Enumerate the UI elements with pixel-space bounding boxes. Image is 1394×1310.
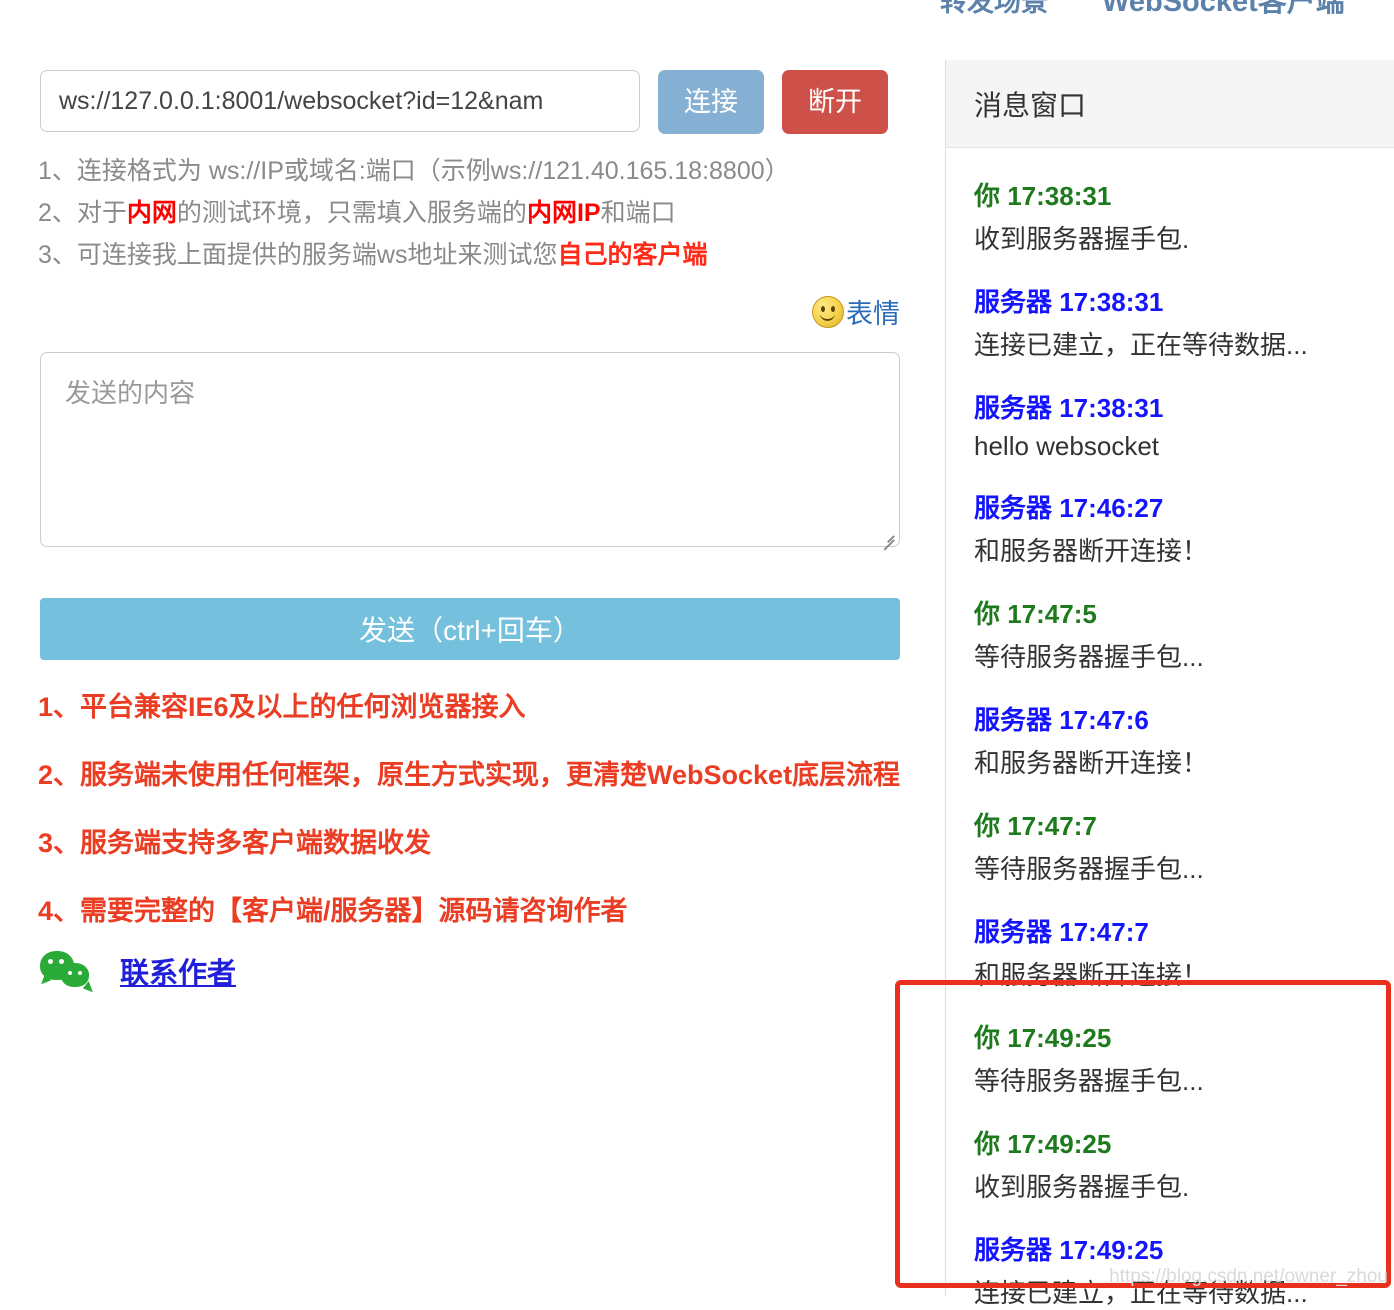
- tip-line-2-highlight-1: 内网: [126, 199, 177, 227]
- message-meta: 你 17:47:7: [974, 811, 1097, 841]
- tip-line-2-a: 2、对于: [38, 199, 127, 227]
- message-window-panel: 消息窗口 你 17:38:31 收到服务器握手包. 服务器 17:38:31 连接已建…: [945, 60, 1394, 1308]
- disconnect-button[interactable]: 断开: [782, 70, 888, 134]
- message-meta: 服务器 17:46:27: [974, 493, 1164, 523]
- message-meta: 服务器 17:47:6: [974, 705, 1149, 735]
- tip-line-3-highlight: 自己的客户端: [557, 241, 708, 269]
- message-item: 你 17:47:5 等待服务器握手包...: [974, 594, 1376, 674]
- message-item: 服务器 17:46:27 和服务器断开连接！: [974, 488, 1376, 568]
- message-text: 收到服务器握手包.: [974, 224, 1190, 254]
- message-item: 你 17:47:7 等待服务器握手包...: [974, 806, 1376, 886]
- tip-line-2-highlight-2: 内网IP: [526, 199, 601, 227]
- message-text: 等待服务器握手包...: [974, 642, 1204, 672]
- textarea-resize-handle[interactable]: [878, 526, 895, 550]
- top-nav-clipped: 转发场景 WebSocket客户端: [940, 0, 1394, 16]
- tip-line-3-a: 3、可连接我上面提供的服务端ws地址来测试您: [38, 241, 558, 269]
- message-text: 和服务器断开连接！: [974, 960, 1209, 990]
- message-compose-textarea[interactable]: 发送的内容: [40, 352, 900, 550]
- nav-item-websocket-client[interactable]: WebSocket客户端: [1102, 0, 1345, 16]
- contact-author-row[interactable]: 联系作者: [40, 950, 236, 996]
- message-item: 服务器 17:47:7 和服务器断开连接！: [974, 912, 1376, 992]
- wechat-icon: [40, 951, 93, 996]
- message-text: 和服务器断开连接！: [974, 748, 1209, 778]
- usage-tips: 1、连接格式为 ws://IP或域名:端口（示例ws://121.40.165.…: [38, 150, 918, 276]
- watermark: https://blog.csdn.net/owner_zhou: [1109, 1266, 1388, 1287]
- smiley-icon[interactable]: [812, 295, 844, 328]
- message-list[interactable]: 你 17:38:31 收到服务器握手包. 服务器 17:38:31 连接已建立，正在等…: [946, 148, 1394, 1310]
- contact-author-link[interactable]: 联系作者: [120, 950, 236, 992]
- message-item: 服务器 17:38:31 连接已建立，正在等待数据...: [974, 282, 1376, 362]
- message-text: 和服务器断开连接！: [974, 536, 1209, 566]
- message-meta: 你 17:49:25: [974, 1023, 1112, 1053]
- connection-row: 连接 断开: [40, 70, 888, 134]
- message-meta: 你 17:47:5: [974, 599, 1097, 629]
- message-item: 你 17:49:25 收到服务器握手包.: [974, 1124, 1376, 1204]
- websocket-url-input[interactable]: [40, 70, 640, 132]
- tip-line-2-b: 的测试环境，只需填入服务端的: [176, 199, 527, 227]
- nav-item-forwarding-scene[interactable]: 转发场景: [940, 0, 1048, 16]
- message-meta: 服务器 17:38:31: [974, 287, 1164, 317]
- feature-list: 1、平台兼容IE6及以上的任何浏览器接入 2、服务端未使用任何框架，原生方式实现…: [38, 685, 938, 957]
- feature-item: 4、需要完整的【客户端/服务器】源码请咨询作者: [38, 896, 628, 926]
- message-text: 等待服务器握手包...: [974, 854, 1204, 884]
- message-item: 服务器 17:47:6 和服务器断开连接！: [974, 700, 1376, 780]
- tip-line-1-text: 1、连接格式为 ws://IP或域名:端口（示例ws://121.40.165.…: [38, 157, 790, 185]
- message-meta: 服务器 17:38:31: [974, 393, 1164, 423]
- emoji-label[interactable]: 表情: [846, 292, 900, 331]
- client-panel: 连接 断开 1、连接格式为 ws://IP或域名:端口（示例ws://121.4…: [0, 30, 940, 1296]
- message-meta: 服务器 17:49:25: [974, 1235, 1164, 1265]
- feature-item: 1、平台兼容IE6及以上的任何浏览器接入: [38, 692, 526, 722]
- message-item: 你 17:49:25 等待服务器握手包...: [974, 1018, 1376, 1098]
- message-text: 收到服务器握手包.: [974, 1172, 1190, 1202]
- message-meta: 服务器 17:47:7: [974, 917, 1149, 947]
- send-button[interactable]: 发送（ctrl+回车）: [40, 598, 900, 660]
- message-meta: 你 17:38:31: [974, 181, 1112, 211]
- tip-line-2: 2、对于内网的测试环境，只需填入服务端的内网IP和端口: [38, 192, 918, 234]
- message-text: hello websocket: [974, 431, 1159, 461]
- message-item: 你 17:38:31 收到服务器握手包.: [974, 176, 1376, 256]
- tip-line-1: 1、连接格式为 ws://IP或域名:端口（示例ws://121.40.165.…: [38, 150, 918, 192]
- connect-button[interactable]: 连接: [658, 70, 764, 134]
- compose-placeholder: 发送的内容: [65, 378, 196, 408]
- feature-item: 2、服务端未使用任何框架，原生方式实现，更清楚WebSocket底层流程: [38, 760, 901, 790]
- feature-item: 3、服务端支持多客户端数据收发: [38, 828, 432, 858]
- message-text: 连接已建立，正在等待数据...: [974, 330, 1308, 360]
- tip-line-3: 3、可连接我上面提供的服务端ws地址来测试您自己的客户端: [38, 234, 918, 276]
- tip-line-2-c: 和端口: [600, 199, 676, 227]
- message-text: 等待服务器握手包...: [974, 1066, 1204, 1096]
- message-window-title: 消息窗口: [946, 60, 1394, 148]
- message-item: 服务器 17:38:31 hello websocket: [974, 388, 1376, 462]
- emoji-toggle[interactable]: 表情: [0, 292, 900, 331]
- message-meta: 你 17:49:25: [974, 1129, 1112, 1159]
